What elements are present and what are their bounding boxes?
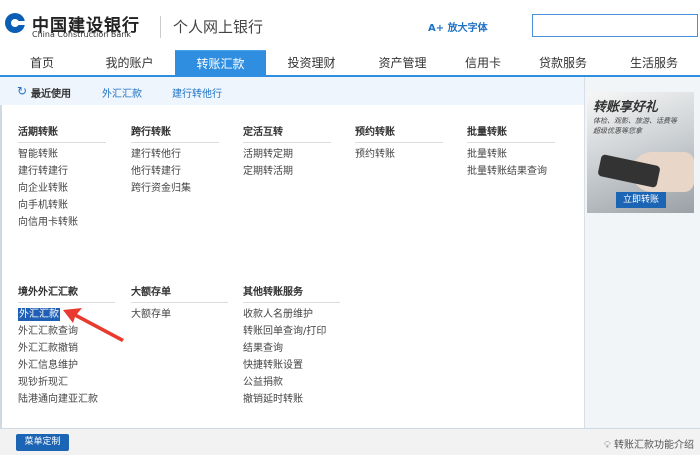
tab-credit-card[interactable]: 信用卡 <box>448 50 518 76</box>
menu-item[interactable]: 向企业转账 <box>18 182 114 199</box>
section-title: 大额存单 <box>131 287 171 298</box>
section-title: 跨行转账 <box>131 127 171 138</box>
menu-item[interactable]: 批量转账结果查询 <box>467 165 563 182</box>
main-nav: 首页 我的账户 转账汇款 投资理财 资产管理 信用卡 贷款服务 生活服务 <box>0 50 700 77</box>
footer-bar: 菜单定制 💡︎ 转账汇款功能介绍 <box>0 428 700 455</box>
quick-link-interbank[interactable]: 建行转他行 <box>172 85 222 100</box>
customize-menu-button[interactable]: 菜单定制 <box>16 434 69 451</box>
menu-item[interactable]: 智能转账 <box>18 148 114 165</box>
ccb-logo-icon <box>5 13 26 33</box>
enlarge-font-button[interactable]: A+ 放大字体 <box>428 19 488 34</box>
menu-item[interactable]: 活期转定期 <box>243 148 339 165</box>
menu-item[interactable]: 大额存单 <box>131 308 227 325</box>
section-batch: 批量转账 批量转账 批量转账结果查询 <box>467 123 563 182</box>
quick-bar: ↻ 最近使用 外汇汇款 建行转他行 <box>0 77 584 105</box>
menu-item[interactable]: 快捷转账设置 <box>243 359 339 376</box>
menu-item[interactable]: 外汇信息维护 <box>18 359 114 376</box>
menu-item[interactable]: 建行转他行 <box>131 148 227 165</box>
menu-item[interactable]: 定期转活期 <box>243 165 339 182</box>
tab-loans[interactable]: 贷款服务 <box>518 50 608 76</box>
menu-item[interactable]: 向手机转账 <box>18 199 114 216</box>
tab-transfer[interactable]: 转账汇款 <box>175 50 266 76</box>
feature-intro-link[interactable]: 💡︎ 转账汇款功能介绍 <box>604 436 694 451</box>
menu-item[interactable]: 结果查询 <box>243 342 339 359</box>
section-title: 定活互转 <box>243 127 283 138</box>
section-current-transfer: 活期转账 智能转账 建行转建行 向企业转账 向手机转账 向信用卡转账 <box>18 123 114 233</box>
section-forex: 境外外汇汇款 外汇汇款 外汇汇款查询 外汇汇款撤销 外汇信息维护 现钞折现汇 陆… <box>18 283 115 410</box>
section-fixed-current: 定活互转 活期转定期 定期转活期 <box>243 123 339 182</box>
menu-panel: 活期转账 智能转账 建行转建行 向企业转账 向手机转账 向信用卡转账 跨行转账 … <box>0 105 584 428</box>
section-title: 批量转账 <box>467 127 507 138</box>
logo-text-en: China Construction Bank <box>32 30 131 39</box>
tab-my-account[interactable]: 我的账户 <box>84 50 175 76</box>
menu-item[interactable]: 收款人名册维护 <box>243 308 339 325</box>
menu-item[interactable]: 现钞折现汇 <box>18 376 114 393</box>
section-scheduled: 预约转账 预约转账 <box>355 123 451 165</box>
quick-link-forex[interactable]: 外汇汇款 <box>102 85 142 100</box>
promo-title: 转账享好礼 <box>593 100 659 115</box>
menu-item[interactable]: 公益捐款 <box>243 376 339 393</box>
promo-banner[interactable]: 转账享好礼 体检、观影、旅游、话费等 超级优惠等您拿 立即转账 <box>587 92 694 213</box>
menu-item[interactable]: 预约转账 <box>355 148 451 165</box>
menu-item[interactable]: 跨行资金归集 <box>131 182 227 199</box>
section-title: 活期转账 <box>18 127 58 138</box>
history-icon: ↻ <box>17 84 28 98</box>
tab-home[interactable]: 首页 <box>0 50 84 76</box>
section-interbank: 跨行转账 建行转他行 他行转建行 跨行资金归集 <box>131 123 227 199</box>
section-title: 境外外汇汇款 <box>18 287 78 298</box>
recent-label: 最近使用 <box>31 89 71 100</box>
menu-item[interactable]: 转账回单查询/打印 <box>243 325 339 342</box>
tab-investment[interactable]: 投资理财 <box>266 50 357 76</box>
promo-subtitle: 体检、观影、旅游、话费等 超级优惠等您拿 <box>593 117 677 135</box>
lightbulb-icon: 💡︎ <box>603 440 611 451</box>
section-large-deposit: 大额存单 大额存单 <box>131 283 228 325</box>
menu-item[interactable]: 批量转账 <box>467 148 563 165</box>
header-divider <box>160 16 161 38</box>
menu-item-forex-remittance-selected[interactable]: 外汇汇款 <box>18 308 60 321</box>
menu-item[interactable]: 陆港通向建亚汇款 <box>18 393 114 410</box>
annotation-arrow-icon <box>63 308 124 342</box>
menu-item[interactable]: 建行转建行 <box>18 165 114 182</box>
section-other: 其他转账服务 收款人名册维护 转账回单查询/打印 结果查询 快捷转账设置 公益捐… <box>243 283 340 410</box>
search-input[interactable] <box>532 14 698 37</box>
transfer-now-button[interactable]: 立即转账 <box>616 192 666 208</box>
page-title: 个人网上银行 <box>173 18 264 36</box>
menu-item[interactable]: 向信用卡转账 <box>18 216 114 233</box>
tab-life-services[interactable]: 生活服务 <box>608 50 700 76</box>
tab-assets[interactable]: 资产管理 <box>357 50 448 76</box>
menu-item[interactable]: 撤销延时转账 <box>243 393 339 410</box>
section-title: 预约转账 <box>355 127 395 138</box>
section-title: 其他转账服务 <box>243 287 303 298</box>
menu-item[interactable]: 他行转建行 <box>131 165 227 182</box>
